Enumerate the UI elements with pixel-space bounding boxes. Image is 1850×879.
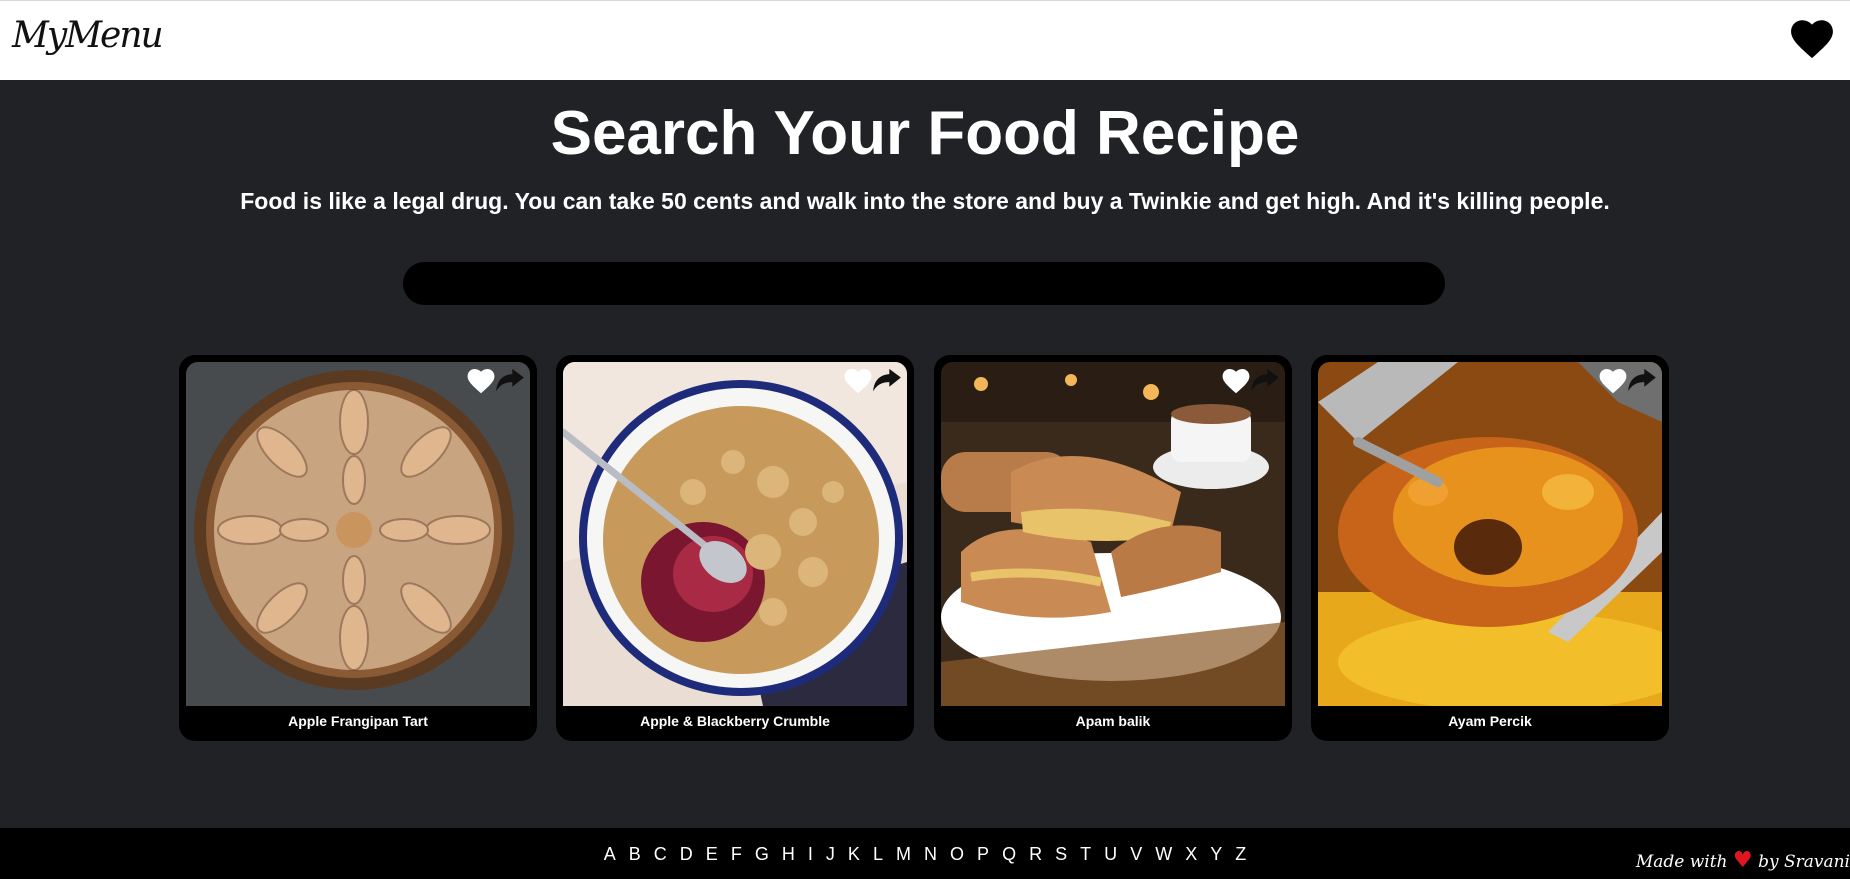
letter-link[interactable]: S (1055, 844, 1067, 865)
letter-link[interactable]: B (629, 844, 641, 865)
recipe-card[interactable]: Apam balik (934, 355, 1292, 741)
letter-link[interactable]: M (896, 844, 911, 865)
letter-link[interactable]: V (1130, 844, 1142, 865)
letter-link[interactable]: I (808, 844, 813, 865)
letter-link[interactable]: U (1104, 844, 1117, 865)
recipe-image[interactable] (1318, 362, 1662, 706)
hero-quote: Food is like a legal drug. You can take … (240, 188, 1610, 214)
letter-link[interactable]: A (604, 844, 616, 865)
letter-link[interactable]: X (1185, 844, 1197, 865)
footer-credit: Made with ♥ by Sravani (1636, 848, 1850, 873)
heart-icon[interactable] (1222, 368, 1250, 394)
letter-link[interactable]: Z (1235, 844, 1246, 865)
recipe-title[interactable]: Apam balik (934, 713, 1292, 729)
credit-prefix: Made with (1635, 852, 1728, 872)
letter-link[interactable]: G (755, 844, 769, 865)
share-icon[interactable] (1250, 368, 1280, 394)
letter-link[interactable]: Q (1002, 844, 1016, 865)
letter-link[interactable]: Y (1210, 844, 1222, 865)
tart-image (186, 362, 530, 706)
page-title: Search Your Food Recipe (550, 99, 1300, 168)
recipe-card[interactable]: Apple Frangipan Tart (179, 355, 537, 741)
heart-icon[interactable] (1599, 368, 1627, 394)
apam-balik-image (941, 362, 1285, 706)
letter-link[interactable]: N (924, 844, 937, 865)
heart-icon[interactable] (844, 368, 872, 394)
recipe-image[interactable] (563, 362, 907, 706)
recipe-grid: Apple Frangipan Tart Apple & Blackberry … (179, 355, 1669, 741)
letter-link[interactable]: P (977, 844, 989, 865)
letter-link[interactable]: J (826, 844, 835, 865)
share-icon[interactable] (495, 368, 525, 394)
recipe-image[interactable] (941, 362, 1285, 706)
letter-link[interactable]: W (1155, 844, 1172, 865)
letter-link[interactable]: F (731, 844, 742, 865)
credit-suffix: by Sravani (1758, 852, 1850, 872)
letter-link[interactable]: H (782, 844, 795, 865)
search-input[interactable] (403, 262, 1445, 305)
letter-link[interactable]: T (1080, 844, 1091, 865)
heart-icon: ♥ (1732, 848, 1753, 873)
letter-link[interactable]: E (706, 844, 718, 865)
top-navbar: MyMenu (0, 0, 1850, 80)
logo[interactable]: MyMenu (12, 15, 164, 56)
letter-link[interactable]: O (950, 844, 964, 865)
recipe-title[interactable]: Ayam Percik (1311, 713, 1669, 729)
letter-link[interactable]: R (1029, 844, 1042, 865)
heart-icon[interactable] (467, 368, 495, 394)
heart-icon[interactable] (1790, 19, 1834, 59)
alphabet-nav: A B C D E F G H I J K L M N O P Q R S T … (0, 844, 1850, 865)
letter-link[interactable]: L (873, 844, 883, 865)
letter-link[interactable]: K (848, 844, 860, 865)
share-icon[interactable] (1627, 368, 1657, 394)
letter-link[interactable]: C (654, 844, 667, 865)
recipe-image[interactable] (186, 362, 530, 706)
letter-link[interactable]: D (680, 844, 693, 865)
footer: A B C D E F G H I J K L M N O P Q R S T … (0, 828, 1850, 879)
recipe-title[interactable]: Apple & Blackberry Crumble (556, 713, 914, 729)
recipe-card[interactable]: Ayam Percik (1311, 355, 1669, 741)
share-icon[interactable] (872, 368, 902, 394)
recipe-card[interactable]: Apple & Blackberry Crumble (556, 355, 914, 741)
ayam-percik-image (1318, 362, 1662, 706)
crumble-image (563, 362, 907, 706)
recipe-title[interactable]: Apple Frangipan Tart (179, 713, 537, 729)
